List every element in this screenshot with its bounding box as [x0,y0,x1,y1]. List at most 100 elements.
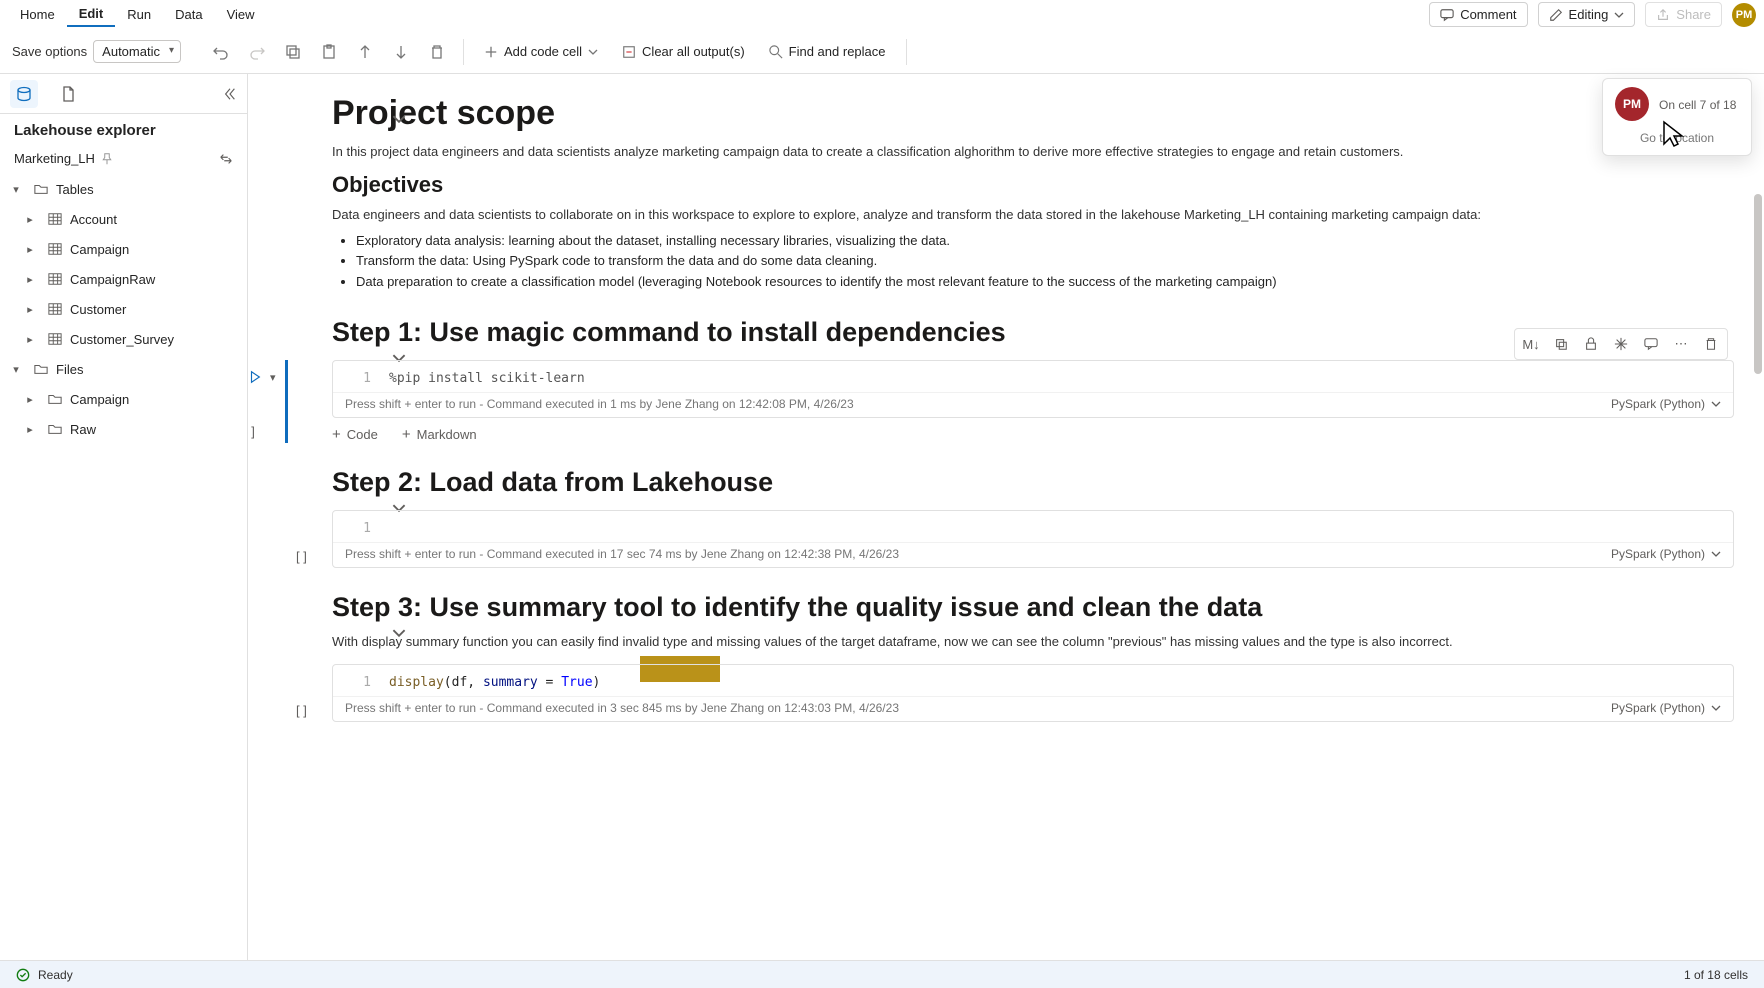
chevron-right-icon: ▸ [20,303,40,316]
comment-icon [1644,337,1658,351]
tree-node-table[interactable]: ▸ Account [6,204,247,234]
clear-output-label: Clear all output(s) [642,44,745,59]
menu-run[interactable]: Run [115,3,163,26]
add-code-cell-button[interactable]: Add code cell [474,36,608,68]
lock-icon [1584,337,1598,351]
kernel-selector[interactable]: PySpark (Python) [1611,701,1721,715]
tree-node-folder[interactable]: ▸Raw [6,414,247,444]
paste-icon [321,44,337,60]
delete-button[interactable] [421,36,453,68]
arrow-up-icon [357,44,373,60]
undo-button[interactable] [205,36,237,68]
cell-comment-button[interactable] [1639,332,1663,356]
run-options-button[interactable]: ▾ [270,371,276,384]
redo-button[interactable] [241,36,273,68]
cell-lock-button[interactable] [1579,332,1603,356]
line-number: 1 [347,371,371,386]
presence-flyout: PM On cell 7 of 18 Go to location [1602,78,1752,156]
share-icon [1656,8,1670,22]
folder-icon [34,362,48,376]
play-icon [248,370,262,384]
collaborator-avatar[interactable]: PM [1615,87,1649,121]
menu-data[interactable]: Data [163,3,214,26]
lakehouse-name[interactable]: Marketing_LH [14,151,95,166]
move-up-button[interactable] [349,36,381,68]
tree-node-folder[interactable]: ▸Campaign [6,384,247,414]
code-content[interactable]: display(df, summary = True) [389,675,600,690]
copy-button[interactable] [277,36,309,68]
kernel-selector[interactable]: PySpark (Python) [1611,397,1721,411]
cell-delete-button[interactable] [1699,332,1723,356]
undo-icon [213,44,229,60]
editing-mode-button[interactable]: Editing [1538,2,1636,27]
menu-edit[interactable]: Edit [67,2,116,27]
tree-node-tables[interactable]: ▾ Tables [6,174,247,204]
go-to-location-link[interactable]: Go to location [1615,131,1739,145]
markdown-toggle-button[interactable]: M↓ [1519,332,1543,356]
code-cell-3[interactable]: [ ] 1 display(df, summary = True) Press … [332,664,1734,722]
tree-node-table[interactable]: ▸Customer_Survey [6,324,247,354]
comment-button[interactable]: Comment [1429,2,1527,27]
share-button[interactable]: Share [1645,2,1722,27]
execution-brackets: [ ] [296,703,307,718]
search-icon [769,45,783,59]
project-scope-heading: Project scope [332,94,1734,133]
pin-icon[interactable] [101,153,113,165]
tree-node-table[interactable]: ▸Campaign [6,234,247,264]
sidebar-tab-files[interactable] [54,80,82,108]
menu-home[interactable]: Home [8,3,67,26]
run-cell-button[interactable] [248,366,266,388]
cell-freeze-button[interactable] [1609,332,1633,356]
refresh-icon [219,152,233,166]
code-content[interactable]: %pip install scikit-learn [389,371,585,386]
code-cell-1[interactable]: M↓ ⋯ ▾ [ ] 1 [285,360,1734,443]
pencil-icon [1549,8,1563,22]
file-icon [60,86,76,102]
clear-output-button[interactable]: Clear all output(s) [612,36,755,68]
add-markdown-inline-button[interactable]: +Markdown [402,426,477,443]
exec-status: - Command executed in 1 ms by Jene Zhang… [479,397,853,411]
user-avatar[interactable]: PM [1732,3,1756,27]
save-options-select[interactable]: Automatic [93,40,181,63]
table-icon [48,212,62,226]
chevron-right-icon: ▸ [20,213,40,226]
line-number: 1 [347,521,371,536]
table-icon [48,332,62,346]
kernel-selector[interactable]: PySpark (Python) [1611,547,1721,561]
code-cell-2[interactable]: [ ] 1 Press shift + enter to run - Comma… [332,510,1734,568]
exec-status: - Command executed in 17 sec 74 ms by Je… [479,547,899,561]
run-hint: Press shift + enter to run [345,547,476,561]
find-replace-button[interactable]: Find and replace [759,36,896,68]
tree-node-label: Account [70,212,117,227]
tree-node-table[interactable]: ▸ CampaignRaw [6,264,247,294]
chevron-right-icon: ▸ [20,393,40,406]
run-hint: Press shift + enter to run [345,397,476,411]
collapse-section-button[interactable] [392,112,406,126]
collaborator-status: On cell 7 of 18 [1659,98,1739,112]
objective-item: Data preparation to create a classificat… [356,272,1734,293]
cell-toolbar: M↓ ⋯ [1514,328,1728,360]
paste-button[interactable] [313,36,345,68]
tree-node-table[interactable]: ▸Customer [6,294,247,324]
table-icon [48,242,62,256]
chevron-right-icon: ▸ [20,243,40,256]
tree-node-files[interactable]: ▾ Files [6,354,247,384]
refresh-button[interactable] [219,152,233,166]
explorer-title: Lakehouse explorer [0,114,247,147]
cell-copy-button[interactable] [1549,332,1573,356]
menu-view[interactable]: View [215,3,267,26]
tree-node-label: CampaignRaw [70,272,155,287]
chevron-right-icon: ▸ [20,273,40,286]
objective-item: Exploratory data analysis: learning abou… [356,231,1734,252]
share-button-label: Share [1676,7,1711,22]
cell-count: 1 of 18 cells [1684,968,1748,982]
sidebar-collapse-button[interactable] [223,87,237,101]
scrollbar-thumb[interactable] [1754,194,1762,374]
redo-icon [249,44,265,60]
cell-more-button[interactable]: ⋯ [1669,332,1693,356]
objectives-intro: Data engineers and data scientists to co… [332,206,1734,225]
move-down-button[interactable] [385,36,417,68]
sidebar-tab-lakehouse[interactable] [10,80,38,108]
add-code-inline-button[interactable]: +Code [332,426,378,443]
collapse-section-button[interactable] [392,626,406,640]
